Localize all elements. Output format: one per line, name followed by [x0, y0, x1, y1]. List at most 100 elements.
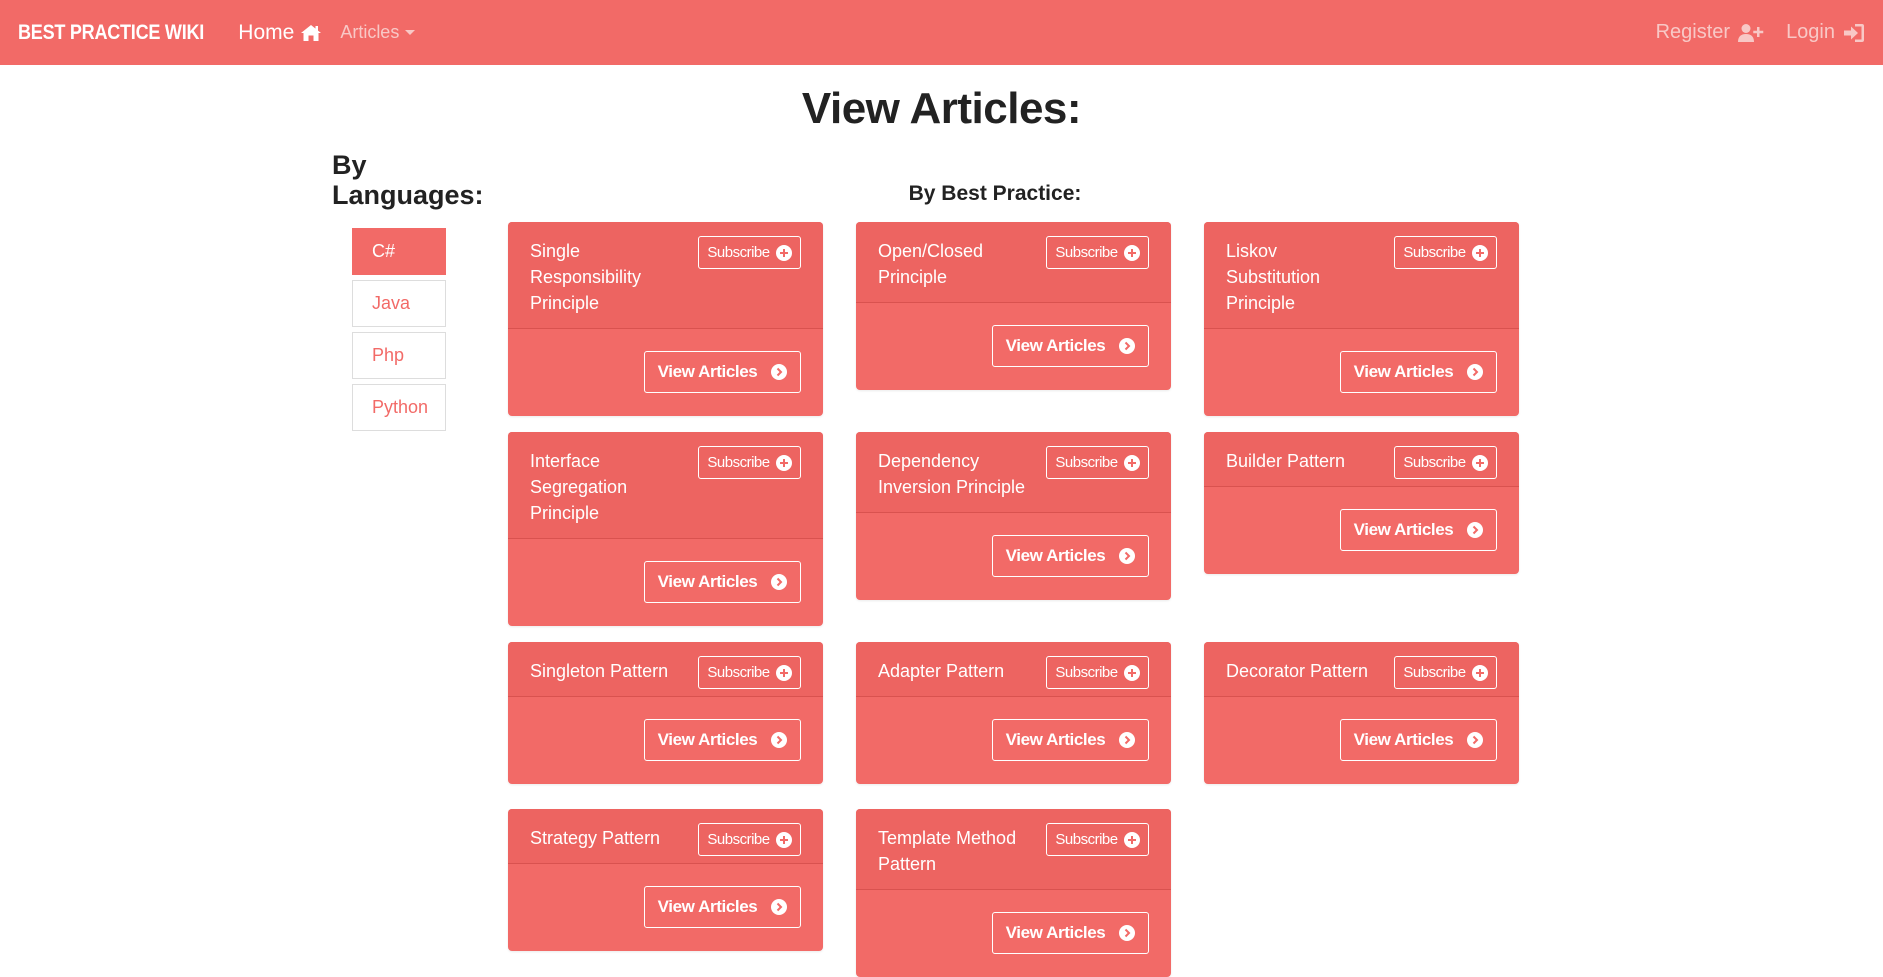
card-header: Interface Segregation Principle Subscrib…: [508, 432, 823, 539]
view-articles-button[interactable]: View Articles: [644, 351, 801, 393]
view-articles-button[interactable]: View Articles: [644, 886, 801, 928]
chevron-right-circle-icon: [771, 732, 788, 748]
plus-circle-icon: [1471, 664, 1488, 681]
nav-right-group: Register Login: [1656, 21, 1865, 44]
language-item-java[interactable]: Java: [352, 280, 446, 327]
language-list: C# Java Php Python: [352, 228, 446, 436]
card-header: Template Method Pattern Subscribe: [856, 809, 1171, 890]
card-body: View Articles: [856, 890, 1171, 977]
card-title: Dependency Inversion Principle: [878, 451, 1026, 497]
register-link[interactable]: Register: [1656, 21, 1764, 44]
practice-card-single-responsibility-principle: Single Responsibility Principle Subscrib…: [508, 222, 823, 416]
view-articles-button[interactable]: View Articles: [1340, 509, 1497, 551]
chevron-down-icon: [405, 30, 416, 35]
practice-card-builder-pattern: Builder Pattern Subscribe View Articles: [1204, 432, 1519, 574]
plus-circle-icon: [1471, 244, 1488, 261]
chevron-right-circle-icon: [1119, 338, 1136, 354]
card-header: Single Responsibility Principle Subscrib…: [508, 222, 823, 329]
subscribe-label: Subscribe: [1055, 664, 1118, 681]
brand-logo[interactable]: BEST PRACTICE WIKI: [18, 21, 204, 45]
view-articles-button[interactable]: View Articles: [992, 912, 1149, 954]
plus-circle-icon: [1471, 454, 1488, 471]
best-practice-heading: By Best Practice:: [908, 182, 1082, 205]
view-articles-label: View Articles: [657, 572, 758, 591]
chevron-right-circle-icon: [771, 364, 788, 380]
practice-card-strategy-pattern: Strategy Pattern Subscribe View Articles: [508, 809, 823, 951]
view-articles-label: View Articles: [1353, 520, 1454, 539]
view-articles-label: View Articles: [1353, 362, 1454, 381]
nav-home-link[interactable]: Home: [238, 21, 322, 45]
subscribe-button[interactable]: Subscribe: [698, 236, 801, 269]
subscribe-label: Subscribe: [1403, 454, 1466, 471]
home-icon: [301, 24, 322, 41]
subscribe-button[interactable]: Subscribe: [698, 823, 801, 856]
practice-card-interface-segregation-principle: Interface Segregation Principle Subscrib…: [508, 432, 823, 626]
subscribe-label: Subscribe: [707, 664, 770, 681]
card-body: View Articles: [856, 303, 1171, 390]
view-articles-button[interactable]: View Articles: [992, 535, 1149, 577]
view-articles-label: View Articles: [1005, 730, 1106, 749]
language-item-python[interactable]: Python: [352, 384, 446, 431]
nav-articles-dropdown[interactable]: Articles: [340, 22, 416, 43]
plus-circle-icon: [1123, 831, 1140, 848]
chevron-right-circle-icon: [1467, 732, 1484, 748]
login-link[interactable]: Login: [1786, 21, 1865, 44]
card-body: View Articles: [1204, 329, 1519, 416]
nav-home-label: Home: [238, 20, 295, 44]
language-item-php[interactable]: Php: [352, 332, 446, 379]
subscribe-button[interactable]: Subscribe: [698, 656, 801, 689]
card-title: Liskov Substitution Principle: [1226, 241, 1321, 313]
subscribe-label: Subscribe: [707, 831, 770, 848]
view-articles-button[interactable]: View Articles: [644, 719, 801, 761]
chevron-right-circle-icon: [1467, 522, 1484, 538]
subscribe-button[interactable]: Subscribe: [1046, 656, 1149, 689]
view-articles-button[interactable]: View Articles: [1340, 719, 1497, 761]
subscribe-label: Subscribe: [1055, 831, 1118, 848]
languages-heading-line1: By: [332, 150, 367, 180]
card-body: View Articles: [1204, 697, 1519, 784]
view-articles-button[interactable]: View Articles: [992, 719, 1149, 761]
view-articles-button[interactable]: View Articles: [644, 561, 801, 603]
view-articles-button[interactable]: View Articles: [1340, 351, 1497, 393]
chevron-right-circle-icon: [1119, 925, 1136, 941]
view-articles-label: View Articles: [1005, 336, 1106, 355]
subscribe-label: Subscribe: [707, 454, 770, 471]
subscribe-label: Subscribe: [1403, 244, 1466, 261]
subscribe-button[interactable]: Subscribe: [698, 446, 801, 479]
practice-card-template-method-pattern: Template Method Pattern Subscribe View A…: [856, 809, 1171, 977]
subscribe-button[interactable]: Subscribe: [1046, 823, 1149, 856]
card-header: Open/Closed Principle Subscribe: [856, 222, 1171, 303]
card-header: Strategy Pattern Subscribe: [508, 809, 823, 864]
card-title: Strategy Pattern: [530, 828, 661, 848]
subscribe-button[interactable]: Subscribe: [1394, 236, 1497, 269]
subscribe-button[interactable]: Subscribe: [1394, 656, 1497, 689]
nav-articles-label: Articles: [340, 22, 400, 42]
card-title: Interface Segregation Principle: [530, 451, 628, 523]
card-body: View Articles: [508, 697, 823, 784]
view-articles-label: View Articles: [1353, 730, 1454, 749]
page-title: View Articles:: [801, 84, 1082, 133]
card-header: Builder Pattern Subscribe: [1204, 432, 1519, 487]
subscribe-label: Subscribe: [707, 244, 770, 261]
card-title: Open/Closed Principle: [878, 241, 984, 287]
login-label: Login: [1786, 21, 1835, 43]
subscribe-button[interactable]: Subscribe: [1046, 236, 1149, 269]
subscribe-button[interactable]: Subscribe: [1046, 446, 1149, 479]
card-title: Singleton Pattern: [530, 661, 669, 681]
card-header: Adapter Pattern Subscribe: [856, 642, 1171, 697]
card-body: View Articles: [856, 513, 1171, 600]
register-label: Register: [1655, 21, 1731, 43]
card-title: Template Method Pattern: [878, 828, 1017, 874]
language-item-csharp[interactable]: C#: [352, 228, 446, 275]
chevron-right-circle-icon: [771, 574, 788, 590]
subscribe-button[interactable]: Subscribe: [1394, 446, 1497, 479]
plus-circle-icon: [775, 244, 792, 261]
card-title: Single Responsibility Principle: [530, 241, 642, 313]
card-title: Decorator Pattern: [1226, 661, 1369, 681]
practice-card-adapter-pattern: Adapter Pattern Subscribe View Articles: [856, 642, 1171, 784]
card-body: View Articles: [856, 697, 1171, 784]
view-articles-label: View Articles: [1005, 923, 1106, 942]
top-navbar: BEST PRACTICE WIKI Home Articles Registe…: [0, 0, 1883, 65]
card-title: Builder Pattern: [1226, 451, 1346, 471]
view-articles-button[interactable]: View Articles: [992, 325, 1149, 367]
